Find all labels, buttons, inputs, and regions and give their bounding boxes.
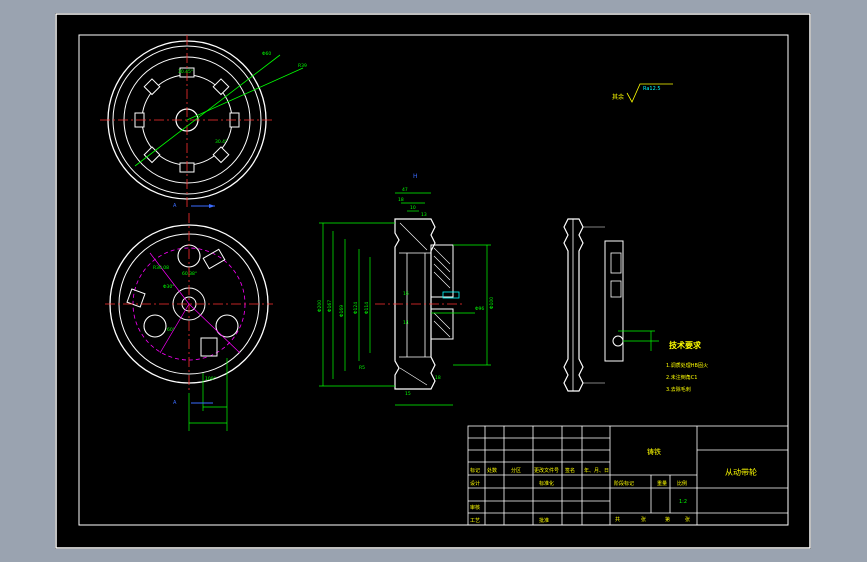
- dim-section-14: 14: [403, 320, 409, 326]
- dim-section-5: Φ200: [317, 300, 323, 312]
- dim-section-16: 15: [405, 391, 411, 397]
- title-block-text: 标记 处数 分区 更改文件号 签名 年、月、日 设计 标准化 审核 工艺 批准 …: [470, 447, 757, 524]
- tb-process: 工艺: [470, 518, 480, 524]
- bottom-pulley-view: R30.08 60.38° Φ30° 60° 100° A: [105, 213, 273, 431]
- dim-bottom-4: 60°: [167, 327, 175, 333]
- roughness-value: Ra12.5: [643, 86, 661, 92]
- dim-section-9: Φ114: [364, 302, 370, 314]
- section-marker-lower: A: [173, 400, 177, 406]
- top-pulley-view: Φ60 R39 30.45° 30.4° A: [100, 35, 307, 209]
- dim-section-2: 18: [398, 197, 404, 203]
- tech-req-item-2: 2.未注倒角C1: [666, 374, 697, 381]
- tb-standardize: 标准化: [539, 480, 554, 487]
- tb-sheets-2: 张: [641, 516, 646, 523]
- dim-bottom-1: R30.08: [153, 265, 169, 271]
- tb-sheets-3: 第: [665, 516, 670, 523]
- section-marker-left: A: [173, 203, 177, 209]
- tb-count: 处数: [487, 467, 497, 474]
- tb-date: 年、月、日: [584, 467, 609, 474]
- dim-section-6: Φ167: [327, 300, 333, 312]
- dim-section-7: Φ169: [339, 305, 345, 317]
- tech-req-item-1: 1.调质处理HB固火: [666, 362, 708, 369]
- side-view: [563, 218, 659, 392]
- view-marker: H: [413, 173, 418, 180]
- tb-stage-mark: 阶段标记: [614, 480, 634, 487]
- dim-bottom-2: 60.38°: [182, 271, 197, 277]
- roughness-label: 其余: [612, 93, 624, 101]
- tb-zone: 分区: [511, 467, 521, 474]
- drawing-canvas: Φ60 R39 30.45° 30.4° A R30.08 60.38° Φ30…: [55, 13, 811, 549]
- dim-top-2: R39: [298, 63, 307, 69]
- tb-design: 设计: [470, 480, 480, 487]
- dim-section-3: 10: [410, 205, 416, 211]
- tb-approve: 批准: [539, 517, 549, 524]
- tb-change-doc: 更改文件号: [534, 467, 559, 474]
- tb-scale: 1:2: [679, 499, 687, 505]
- dim-section-10: Φ96: [475, 306, 484, 312]
- dim-section-1: 47: [402, 187, 408, 193]
- dim-section-8: Φ124: [353, 302, 359, 314]
- tb-sheets-4: 张: [685, 516, 690, 523]
- tb-mark: 标记: [470, 467, 480, 474]
- dim-section-12: Φ100: [489, 297, 495, 309]
- cad-drawing: Φ60 R39 30.45° 30.4° A R30.08 60.38° Φ30…: [55, 13, 811, 549]
- dim-section-4: 13: [421, 212, 427, 218]
- tb-sheets-1: 共: [615, 516, 620, 523]
- dim-section-15: 18: [435, 375, 441, 381]
- dim-section-13: 16: [403, 291, 409, 297]
- tb-weight: 重量: [657, 480, 667, 487]
- tb-ratio: 比例: [677, 480, 687, 487]
- tb-sign: 签名: [565, 467, 575, 474]
- tech-req-item-3: 3.去除毛刺: [666, 386, 691, 393]
- dim-bottom-3: Φ30°: [163, 284, 175, 290]
- inner-frame: [78, 34, 789, 526]
- dim-section-11: R5: [359, 365, 365, 371]
- tb-material: 铸铁: [647, 447, 661, 456]
- dim-bottom-5: 100°: [205, 376, 216, 382]
- dim-top-3: 30.45°: [178, 69, 193, 75]
- dim-top-1: Φ60: [262, 51, 271, 57]
- tb-review: 审核: [470, 504, 480, 511]
- tech-req-title: 技术要求: [669, 340, 702, 350]
- section-view: H 47 18 10 13 Φ200 Φ167 Φ169 Φ124 Φ114 Φ…: [317, 173, 495, 406]
- roughness-symbol: 其余 Ra12.5: [612, 83, 673, 103]
- technical-requirements: 技术要求 1.调质处理HB固火 2.未注倒角C1 3.去除毛刺: [666, 340, 708, 393]
- tb-part-name: 从动带轮: [725, 467, 757, 477]
- dim-top-4: 30.4°: [215, 139, 227, 145]
